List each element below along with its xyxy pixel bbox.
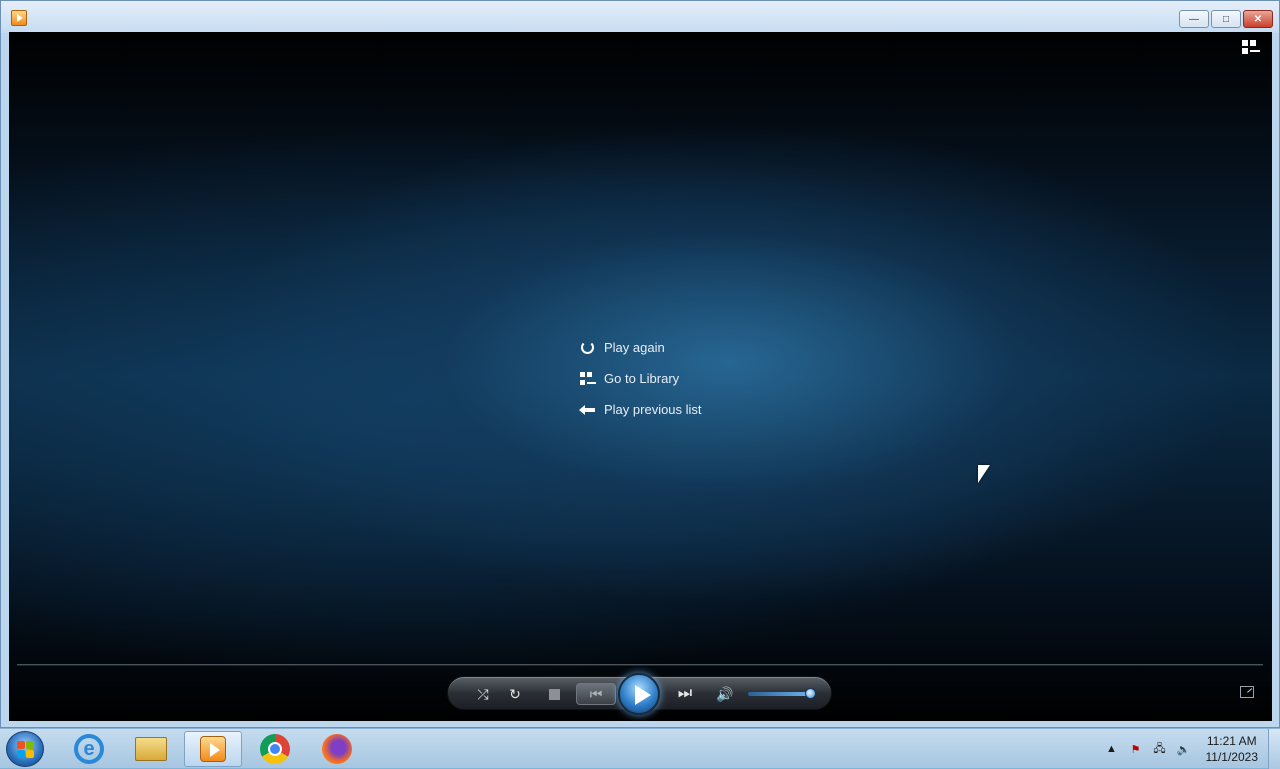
play-button[interactable]	[618, 673, 660, 715]
system-tray: ▲ ⚑ 🖧 🔈 11:21 AM 11/1/2023	[1104, 729, 1259, 769]
start-button[interactable]	[6, 731, 44, 767]
clock-date: 11/1/2023	[1205, 750, 1259, 764]
internet-explorer-icon: e	[74, 734, 104, 764]
title-bar[interactable]: — □ ✕	[1, 1, 1279, 33]
play-previous-list-item[interactable]: Play previous list	[576, 394, 702, 425]
seek-bar[interactable]	[17, 664, 1263, 666]
taskbar-firefox[interactable]	[308, 731, 366, 767]
chrome-icon	[260, 734, 290, 764]
go-to-library-label: Go to Library	[604, 371, 680, 386]
play-again-item[interactable]: Play again	[576, 332, 702, 363]
windows-media-player-icon	[200, 736, 226, 762]
network-icon[interactable]: 🖧	[1152, 741, 1168, 757]
volume-slider[interactable]	[748, 692, 812, 696]
minimize-button[interactable]: —	[1179, 10, 1209, 28]
previous-button[interactable]: ⏮	[576, 683, 616, 705]
taskbar-windows-media-player[interactable]	[184, 731, 242, 767]
taskbar: e ▲ ⚑ 🖧 🔈 11:21 AM 11/1/2023	[0, 728, 1280, 769]
clock[interactable]: 11:21 AM 11/1/2023	[1206, 733, 1259, 765]
window-controls: — □ ✕	[1179, 10, 1273, 28]
show-desktop-button[interactable]	[1268, 729, 1280, 769]
clock-time: 11:21 AM	[1206, 734, 1257, 748]
media-player-app-icon[interactable]	[11, 10, 27, 26]
close-button[interactable]: ✕	[1243, 10, 1273, 28]
back-arrow-icon	[576, 400, 604, 420]
taskbar-file-explorer[interactable]	[122, 731, 180, 767]
file-explorer-icon	[135, 737, 167, 761]
switch-to-library-icon[interactable]	[1242, 40, 1262, 56]
replay-icon	[576, 338, 604, 358]
library-icon	[576, 369, 604, 389]
action-center-flag-icon[interactable]: ⚑	[1128, 741, 1144, 757]
play-again-label: Play again	[604, 340, 665, 355]
repeat-button[interactable]: ↻	[504, 685, 526, 703]
previous-icon: ⏮	[589, 685, 603, 702]
playback-controls: ⤮ ↻ ⏮ ⏭ 🔊	[447, 673, 832, 715]
switch-to-now-playing-icon[interactable]	[1240, 686, 1254, 698]
volume-slider-thumb[interactable]	[805, 688, 816, 699]
show-hidden-icons-button[interactable]: ▲	[1104, 741, 1120, 757]
mute-button[interactable]: 🔊	[714, 685, 736, 703]
play-previous-list-label: Play previous list	[604, 402, 702, 417]
volume-muted-icon[interactable]: 🔈	[1176, 741, 1192, 757]
media-player-window: — □ ✕ Play again Go to Library Play prev…	[0, 0, 1280, 728]
taskbar-internet-explorer[interactable]: e	[60, 731, 118, 767]
next-button[interactable]: ⏭	[670, 685, 700, 703]
now-playing-area: Play again Go to Library Play previous l…	[9, 32, 1272, 721]
stop-button[interactable]	[549, 689, 560, 700]
end-of-playback-menu: Play again Go to Library Play previous l…	[576, 332, 702, 425]
mouse-cursor	[978, 465, 990, 483]
go-to-library-item[interactable]: Go to Library	[576, 363, 702, 394]
taskbar-chrome[interactable]	[246, 731, 304, 767]
maximize-button[interactable]: □	[1211, 10, 1241, 28]
shuffle-button[interactable]: ⤮	[472, 685, 494, 703]
firefox-icon	[322, 734, 352, 764]
